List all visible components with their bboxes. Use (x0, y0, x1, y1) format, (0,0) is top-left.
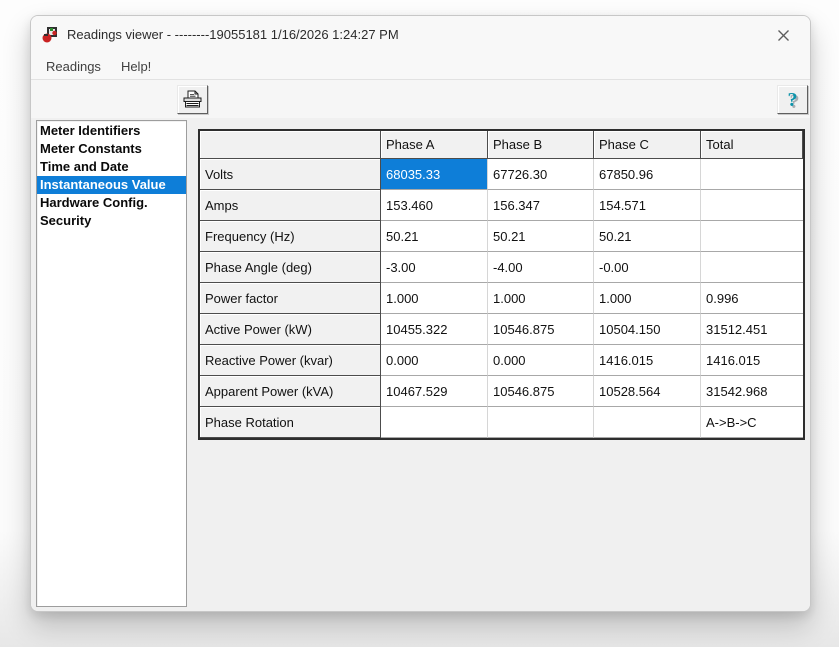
grid-cell[interactable]: 68035.33 (381, 159, 488, 190)
toolbar: ? (31, 80, 810, 118)
sidebar-item-meter-constants[interactable]: Meter Constants (37, 140, 186, 158)
grid-cell[interactable]: 10546.875 (488, 314, 594, 345)
grid-cell[interactable]: -4.00 (488, 252, 594, 283)
grid-cell[interactable]: 10528.564 (594, 376, 701, 407)
grid-cell[interactable]: 156.347 (488, 190, 594, 221)
grid-cell[interactable]: 1416.015 (701, 345, 803, 376)
grid-row-header-power-factor: Power factor (200, 283, 381, 314)
grid-col-header-phase-b: Phase B (488, 131, 594, 159)
menu-item-readings[interactable]: Readings (46, 59, 101, 74)
grid-cell[interactable]: 154.571 (594, 190, 701, 221)
grid-cell[interactable]: A->B->C (701, 407, 803, 438)
menu-item-help[interactable]: Help! (121, 59, 151, 74)
grid-cell[interactable]: 31542.968 (701, 376, 803, 407)
grid-col-header-phase-a: Phase A (381, 131, 488, 159)
grid-cell[interactable] (701, 159, 803, 190)
grid-row-header-phase-angle-deg: Phase Angle (deg) (200, 252, 381, 283)
content-area: Meter IdentifiersMeter ConstantsTime and… (31, 118, 810, 611)
print-button[interactable] (177, 85, 208, 114)
grid-cell[interactable]: -0.00 (594, 252, 701, 283)
grid-cell[interactable]: 0.000 (381, 345, 488, 376)
grid-cell[interactable]: 153.460 (381, 190, 488, 221)
grid-cell[interactable] (594, 407, 701, 438)
grid-col-header-total: Total (701, 131, 803, 159)
sidebar-item-hardware-config[interactable]: Hardware Config. (37, 194, 186, 212)
grid-cell[interactable]: 1.000 (381, 283, 488, 314)
grid-corner-cell (200, 131, 381, 159)
printer-icon (182, 90, 203, 109)
grid-cell[interactable]: 1.000 (488, 283, 594, 314)
grid-cell[interactable]: 10546.875 (488, 376, 594, 407)
close-button[interactable] (764, 20, 802, 50)
grid-row-header-phase-rotation: Phase Rotation (200, 407, 381, 438)
readings-viewer-window: Readings viewer - --------19055181 1/16/… (30, 15, 811, 612)
sidebar-item-meter-identifiers[interactable]: Meter Identifiers (37, 122, 186, 140)
window-title: Readings viewer - --------19055181 1/16/… (67, 27, 399, 42)
grid-cell[interactable]: 1416.015 (594, 345, 701, 376)
grid-cell[interactable]: 31512.451 (701, 314, 803, 345)
grid-row-header-reactive-power-kvar: Reactive Power (kvar) (200, 345, 381, 376)
grid-cell[interactable] (488, 407, 594, 438)
grid-cell[interactable]: 10455.322 (381, 314, 488, 345)
grid-cell[interactable]: 0.000 (488, 345, 594, 376)
grid-row-header-frequency-hz: Frequency (Hz) (200, 221, 381, 252)
grid-cell[interactable]: 50.21 (381, 221, 488, 252)
grid-cell[interactable]: 50.21 (594, 221, 701, 252)
grid-cell[interactable]: 10504.150 (594, 314, 701, 345)
grid-cell[interactable]: -3.00 (381, 252, 488, 283)
sidebar-item-instantaneous-value[interactable]: Instantaneous Value (37, 176, 186, 194)
grid-cell[interactable]: 0.996 (701, 283, 803, 314)
grid-cell[interactable]: 1.000 (594, 283, 701, 314)
grid-cell[interactable]: 67850.96 (594, 159, 701, 190)
grid-cell[interactable]: 10467.529 (381, 376, 488, 407)
grid-cell[interactable] (381, 407, 488, 438)
grid-col-header-phase-c: Phase C (594, 131, 701, 159)
sidebar-item-time-and-date[interactable]: Time and Date (37, 158, 186, 176)
grid-cell[interactable] (701, 252, 803, 283)
grid-cell[interactable]: 50.21 (488, 221, 594, 252)
title-bar[interactable]: Readings viewer - --------19055181 1/16/… (31, 16, 810, 53)
grid-cell[interactable] (701, 190, 803, 221)
menu-bar: Readings Help! (31, 53, 810, 80)
close-icon (776, 28, 791, 43)
grid-cell[interactable] (701, 221, 803, 252)
help-button[interactable]: ? (777, 85, 808, 114)
grid-row-header-apparent-power-kva: Apparent Power (kVA) (200, 376, 381, 407)
grid-row-header-active-power-kw: Active Power (kW) (200, 314, 381, 345)
sidebar-list[interactable]: Meter IdentifiersMeter ConstantsTime and… (36, 120, 187, 607)
desktop-background: Readings viewer - --------19055181 1/16/… (0, 0, 839, 647)
help-icon: ? (788, 90, 798, 110)
grid-row-header-amps: Amps (200, 190, 381, 221)
grid-cell[interactable]: 67726.30 (488, 159, 594, 190)
sidebar-item-security[interactable]: Security (37, 212, 186, 230)
app-icon (41, 26, 59, 44)
grid-row-header-volts: Volts (200, 159, 381, 190)
readings-grid: Phase APhase BPhase CTotalVolts68035.336… (198, 129, 805, 440)
